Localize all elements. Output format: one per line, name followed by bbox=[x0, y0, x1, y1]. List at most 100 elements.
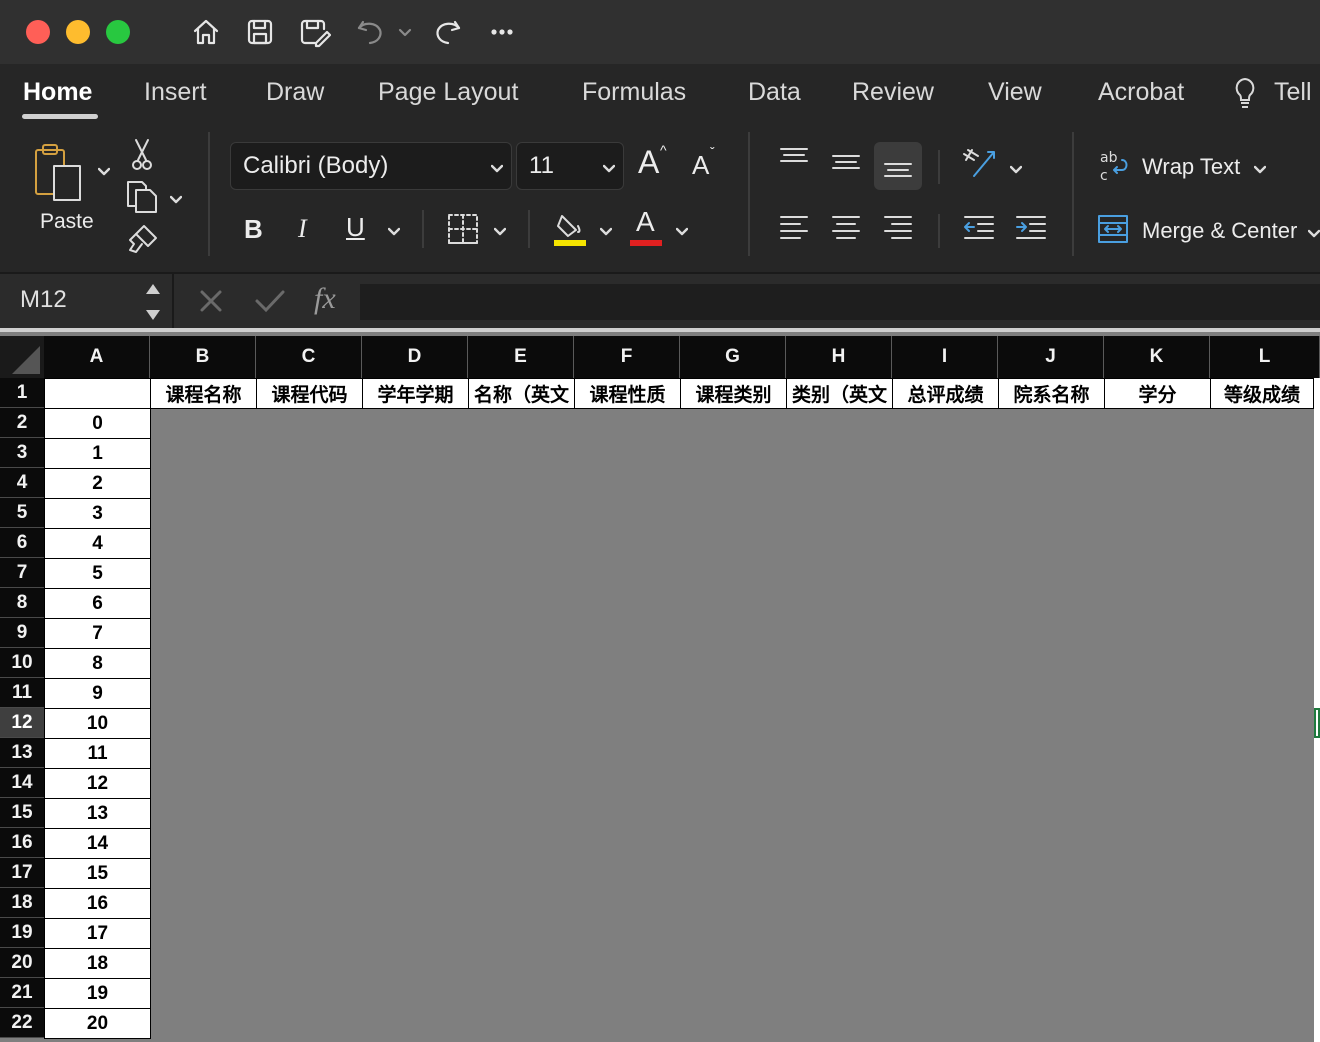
italic-button[interactable]: I bbox=[298, 214, 307, 244]
index-cell[interactable]: 4 bbox=[44, 528, 151, 559]
font-size-dropdown[interactable]: 11 bbox=[516, 142, 624, 190]
index-cell[interactable]: 8 bbox=[44, 648, 151, 679]
index-cell[interactable]: 2 bbox=[44, 468, 151, 499]
format-painter-icon[interactable] bbox=[126, 222, 160, 261]
column-header-j[interactable]: J bbox=[998, 336, 1104, 378]
index-cell[interactable]: 3 bbox=[44, 498, 151, 529]
wrap-text-button[interactable]: Wrap Text bbox=[1142, 154, 1240, 180]
align-left-icon[interactable] bbox=[778, 214, 810, 249]
align-middle-icon[interactable] bbox=[830, 150, 862, 183]
tab-formulas[interactable]: Formulas bbox=[582, 78, 686, 107]
fill-color-dropdown-chevron-icon[interactable] bbox=[599, 224, 613, 236]
borders-dropdown-chevron-icon[interactable] bbox=[493, 224, 507, 236]
grow-font-icon[interactable]: A bbox=[638, 144, 659, 181]
index-cell[interactable]: 10 bbox=[44, 708, 151, 739]
header-cell-h[interactable]: 类别（英文 bbox=[786, 378, 893, 409]
undo-icon[interactable] bbox=[350, 12, 390, 52]
row-header-17[interactable]: 17 bbox=[0, 858, 44, 888]
name-box-stepper-icon[interactable] bbox=[144, 282, 162, 327]
header-cell-e[interactable]: 名称（英文 bbox=[468, 378, 575, 409]
row-header-1[interactable]: 1 bbox=[0, 378, 44, 408]
index-cell[interactable]: 16 bbox=[44, 888, 151, 919]
formula-input[interactable] bbox=[360, 284, 1320, 320]
save-icon[interactable] bbox=[240, 12, 280, 52]
row-header-9[interactable]: 9 bbox=[0, 618, 44, 648]
lightbulb-icon[interactable] bbox=[1232, 76, 1258, 117]
index-cell[interactable]: 11 bbox=[44, 738, 151, 769]
column-header-e[interactable]: E bbox=[468, 336, 574, 378]
row-header-2[interactable]: 2 bbox=[0, 408, 44, 438]
tab-insert[interactable]: Insert bbox=[144, 78, 207, 107]
close-window-button[interactable] bbox=[26, 20, 50, 44]
home-icon[interactable] bbox=[186, 12, 226, 52]
align-bottom-button[interactable] bbox=[874, 142, 922, 190]
merge-center-button[interactable]: Merge & Center bbox=[1142, 218, 1297, 244]
index-cell[interactable]: 13 bbox=[44, 798, 151, 829]
column-header-f[interactable]: F bbox=[574, 336, 680, 378]
merge-center-dropdown-chevron-icon[interactable] bbox=[1307, 226, 1320, 238]
row-header-11[interactable]: 11 bbox=[0, 678, 44, 708]
header-cell-b[interactable]: 课程名称 bbox=[150, 378, 257, 409]
row-header-16[interactable]: 16 bbox=[0, 828, 44, 858]
paste-dropdown-chevron-icon[interactable] bbox=[97, 164, 111, 176]
column-header-a[interactable]: A bbox=[44, 336, 150, 378]
column-header-h[interactable]: H bbox=[786, 336, 892, 378]
row-header-12[interactable]: 12 bbox=[0, 708, 44, 738]
row-header-5[interactable]: 5 bbox=[0, 498, 44, 528]
merge-center-icon[interactable] bbox=[1096, 212, 1130, 251]
tab-acrobat[interactable]: Acrobat bbox=[1098, 78, 1184, 107]
index-cell[interactable]: 1 bbox=[44, 438, 151, 469]
borders-icon[interactable] bbox=[446, 212, 480, 251]
zoom-window-button[interactable] bbox=[106, 20, 130, 44]
decrease-indent-icon[interactable] bbox=[962, 214, 996, 249]
row-header-8[interactable]: 8 bbox=[0, 588, 44, 618]
column-header-i[interactable]: I bbox=[892, 336, 998, 378]
orientation-dropdown-chevron-icon[interactable] bbox=[1009, 162, 1023, 174]
enter-check-icon[interactable] bbox=[254, 288, 286, 319]
header-cell-c[interactable]: 课程代码 bbox=[256, 378, 363, 409]
row-header-10[interactable]: 10 bbox=[0, 648, 44, 678]
index-cell[interactable]: 20 bbox=[44, 1008, 151, 1039]
shrink-font-icon[interactable]: A bbox=[692, 150, 709, 181]
row-header-14[interactable]: 14 bbox=[0, 768, 44, 798]
index-cell[interactable]: 14 bbox=[44, 828, 151, 859]
tab-review[interactable]: Review bbox=[852, 78, 934, 107]
index-cell[interactable]: 0 bbox=[44, 408, 151, 439]
select-all-corner[interactable] bbox=[0, 336, 44, 378]
insert-function-icon[interactable]: fx bbox=[314, 282, 336, 316]
minimize-window-button[interactable] bbox=[66, 20, 90, 44]
index-cell[interactable]: 15 bbox=[44, 858, 151, 889]
index-cell[interactable]: 6 bbox=[44, 588, 151, 619]
bold-button[interactable]: B bbox=[244, 214, 263, 245]
column-header-g[interactable]: G bbox=[680, 336, 786, 378]
more-icon[interactable] bbox=[482, 12, 522, 52]
row-header-15[interactable]: 15 bbox=[0, 798, 44, 828]
column-header-d[interactable]: D bbox=[362, 336, 468, 378]
save-as-icon[interactable] bbox=[294, 12, 334, 52]
header-cell-f[interactable]: 课程性质 bbox=[574, 378, 681, 409]
row-header-19[interactable]: 19 bbox=[0, 918, 44, 948]
font-color-icon[interactable]: A bbox=[636, 206, 655, 238]
cancel-icon[interactable] bbox=[198, 288, 224, 319]
font-name-dropdown[interactable]: Calibri (Body) bbox=[230, 142, 512, 190]
row-header-22[interactable]: 22 bbox=[0, 1008, 44, 1038]
row-header-6[interactable]: 6 bbox=[0, 528, 44, 558]
row-header-18[interactable]: 18 bbox=[0, 888, 44, 918]
align-center-icon[interactable] bbox=[830, 214, 862, 249]
orientation-icon[interactable] bbox=[960, 146, 998, 185]
row-header-13[interactable]: 13 bbox=[0, 738, 44, 768]
tab-page-layout[interactable]: Page Layout bbox=[378, 78, 518, 107]
cut-icon[interactable] bbox=[128, 136, 156, 177]
copy-dropdown-chevron-icon[interactable] bbox=[169, 192, 183, 204]
paste-label[interactable]: Paste bbox=[40, 210, 94, 234]
increase-indent-icon[interactable] bbox=[1014, 214, 1048, 249]
index-cell[interactable]: 5 bbox=[44, 558, 151, 589]
redo-icon[interactable] bbox=[428, 12, 468, 52]
font-color-dropdown-chevron-icon[interactable] bbox=[675, 224, 689, 236]
chevron-down-icon[interactable] bbox=[394, 12, 416, 52]
column-header-k[interactable]: K bbox=[1104, 336, 1210, 378]
header-cell-a[interactable] bbox=[44, 378, 151, 409]
header-cell-k[interactable]: 学分 bbox=[1104, 378, 1211, 409]
index-cell[interactable]: 17 bbox=[44, 918, 151, 949]
worksheet-grid[interactable]: ABCDEFGHIJKL 1 2 3 4 5 6 7 8 9 10 11 12 13 14 15 16 17 18… bbox=[0, 328, 1320, 1042]
